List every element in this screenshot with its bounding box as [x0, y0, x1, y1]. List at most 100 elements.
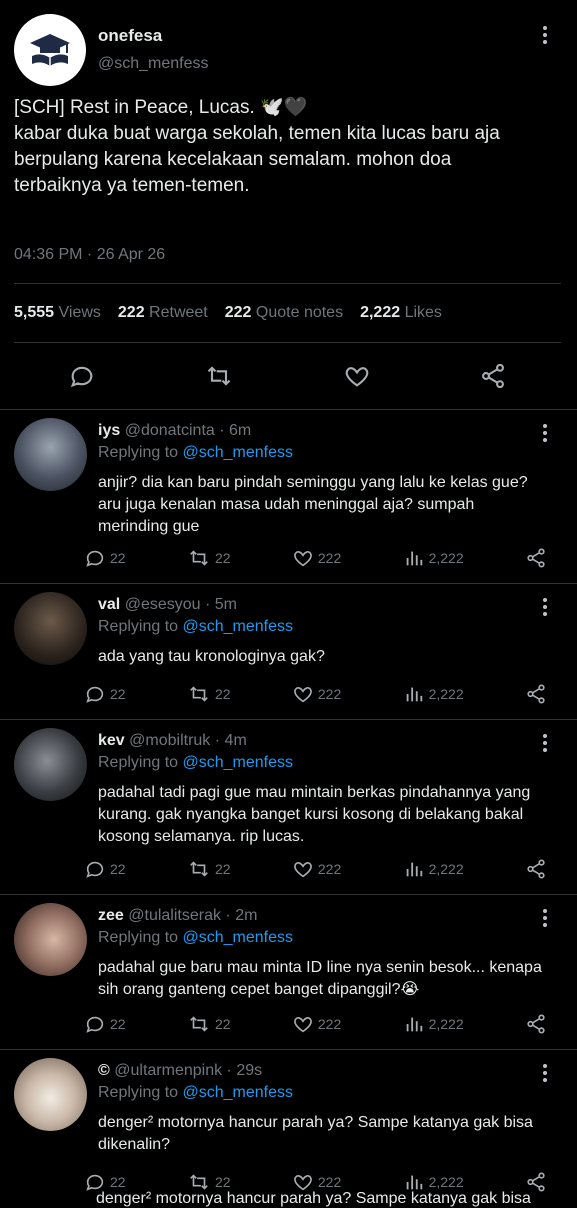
quote-stat[interactable]: 222 Quote notes — [225, 304, 343, 322]
reply-text-line: aru juga kenalan masa udah meninggal aja… — [98, 496, 475, 513]
likes-stat[interactable]: 2,222 Likes — [360, 304, 442, 322]
retweet-count: 22 — [214, 550, 231, 566]
reply-text: anjir? dia kan baru pindah seminggu yang… — [98, 472, 563, 538]
reply-icon — [86, 1016, 104, 1033]
replying-to: Replying to @sch_menfess — [98, 616, 563, 638]
share-icon[interactable] — [525, 683, 547, 705]
display-name[interactable]: onefesa — [98, 24, 537, 48]
reply-actions: 22 22 222 2,222 — [84, 858, 547, 880]
retweet-stat[interactable]: 222 Retweet — [118, 304, 208, 322]
reply-handle[interactable]: @mobiltruk — [129, 732, 210, 749]
views-button[interactable]: 2,222 — [403, 1013, 464, 1035]
more-options-icon[interactable] — [537, 422, 553, 444]
views-chart-icon — [406, 687, 422, 702]
replying-to-prefix: Replying to — [98, 618, 179, 635]
retweet-icon — [190, 861, 208, 877]
avatar[interactable] — [14, 418, 87, 491]
replying-to: Replying to @sch_menfess — [98, 927, 563, 949]
reply-time[interactable]: · 4m — [215, 732, 247, 749]
avatar[interactable] — [14, 592, 87, 665]
like-icon — [294, 862, 312, 878]
like-icon[interactable] — [343, 362, 371, 390]
reply-tweet[interactable]: kev @mobiltruk · 4m Replying to @sch_men… — [0, 719, 577, 894]
reply-button[interactable]: 22 — [84, 858, 126, 880]
more-options-icon[interactable] — [537, 24, 553, 46]
reply-tweet[interactable]: © @ultarmenpink · 29s Replying to @sch_m… — [0, 1049, 577, 1207]
reply-actions: 22 22 222 2,222 — [84, 1013, 547, 1035]
replying-to-link[interactable]: @sch_menfess — [183, 929, 294, 946]
tweet-actions — [14, 342, 561, 409]
replying-to: Replying to @sch_menfess — [98, 442, 563, 464]
reply-display-name[interactable]: © — [98, 1062, 110, 1079]
retweet-icon[interactable] — [204, 362, 234, 390]
retweet-count: 22 — [214, 861, 231, 877]
reply-text: padahal tadi pagi gue mau mintain berkas… — [98, 782, 563, 848]
views-button[interactable]: 2,222 — [403, 547, 464, 569]
replying-to-link[interactable]: @sch_menfess — [183, 754, 294, 771]
reply-time[interactable]: · 2m — [225, 907, 257, 924]
reply-handle[interactable]: @ultarmenpink — [114, 1062, 222, 1079]
replying-to-link[interactable]: @sch_menfess — [183, 1084, 294, 1101]
like-button[interactable]: 222 — [292, 858, 341, 880]
reply-handle[interactable]: @tulalitserak — [128, 907, 221, 924]
avatar[interactable] — [14, 1058, 87, 1131]
reply-text-line: kosong selamanya. rip lucas. — [98, 828, 305, 845]
reply-icon[interactable] — [68, 362, 96, 390]
handle[interactable]: @sch_menfess — [98, 52, 537, 76]
graduation-cap-book-logo-icon — [30, 33, 70, 66]
reply-button[interactable]: 22 — [84, 683, 126, 705]
replying-to-link[interactable]: @sch_menfess — [183, 618, 294, 635]
retweet-button[interactable]: 22 — [187, 1013, 231, 1035]
reply-time[interactable]: · 6m — [219, 422, 251, 439]
replying-to-prefix: Replying to — [98, 1084, 179, 1101]
more-options-icon[interactable] — [537, 596, 553, 618]
replying-to-link[interactable]: @sch_menfess — [183, 444, 294, 461]
reply-tweet[interactable]: iys @donatcinta · 6m Replying to @sch_me… — [0, 409, 577, 583]
more-options-icon[interactable] — [537, 732, 553, 754]
share-icon[interactable] — [525, 1013, 547, 1035]
reply-button[interactable]: 22 — [84, 1013, 126, 1035]
reply-display-name[interactable]: kev — [98, 732, 125, 749]
more-options-icon[interactable] — [537, 907, 553, 929]
retweet-count: 22 — [214, 686, 231, 702]
share-icon[interactable] — [525, 547, 547, 569]
reply-text-line: kurang. gak nyangka banget kursi kosong … — [98, 806, 524, 823]
reply-count: 22 — [110, 1016, 126, 1032]
more-options-icon[interactable] — [537, 1062, 553, 1084]
retweet-button[interactable]: 22 — [187, 547, 231, 569]
reply-text: ada yang tau kronologinya gak? — [98, 646, 563, 668]
like-button[interactable]: 222 — [292, 547, 341, 569]
like-count: 222 — [317, 1016, 342, 1032]
retweet-button[interactable]: 22 — [187, 683, 231, 705]
reply-tweet[interactable]: zee @tulalitserak · 2m Replying to @sch_… — [0, 894, 577, 1049]
views-stat[interactable]: 5,555 Views — [14, 304, 101, 322]
views-button[interactable]: 2,222 — [403, 858, 464, 880]
reply-display-name[interactable]: zee — [98, 907, 124, 924]
quote-count: 222 — [224, 304, 252, 321]
retweet-button[interactable]: 22 — [187, 858, 231, 880]
likes-count: 2,222 — [360, 304, 401, 321]
reply-text-line: denger² motornya hancur parah ya? Sampe … — [98, 1114, 533, 1131]
reply-time[interactable]: · 5m — [205, 596, 237, 613]
reply-display-name[interactable]: iys — [98, 422, 120, 439]
avatar[interactable] — [14, 728, 87, 801]
like-button[interactable]: 222 — [292, 683, 341, 705]
reply-display-name[interactable]: val — [98, 596, 120, 613]
like-button[interactable]: 222 — [292, 1013, 341, 1035]
account-avatar[interactable] — [14, 13, 86, 86]
avatar[interactable] — [14, 903, 87, 976]
reply-handle[interactable]: @donatcinta — [125, 422, 215, 439]
reply-time[interactable]: · 29s — [227, 1062, 263, 1079]
reply-handle[interactable]: @esesyou — [125, 596, 201, 613]
tweet-timestamp[interactable]: 04:36 PM · 26 Apr 26 — [14, 243, 561, 267]
views-button[interactable]: 2,222 — [403, 683, 464, 705]
tweet-text-line: terbaiknya ya temen-temen. — [14, 175, 250, 196]
reply-button[interactable]: 22 — [84, 547, 126, 569]
reply-tweet[interactable]: val @esesyou · 5m Replying to @sch_menfe… — [0, 583, 577, 719]
tweet-stats: 5,555 Views 222 Retweet 222 Quote notes … — [14, 283, 561, 342]
reply-text-line: merinding gue — [98, 518, 200, 535]
share-icon[interactable] — [525, 858, 547, 880]
share-icon[interactable] — [479, 362, 507, 390]
reply-text-line: padahal tadi pagi gue mau mintain berkas… — [98, 784, 531, 801]
reply-text-line: sih orang ganteng cepet banget dipanggil… — [98, 981, 420, 998]
